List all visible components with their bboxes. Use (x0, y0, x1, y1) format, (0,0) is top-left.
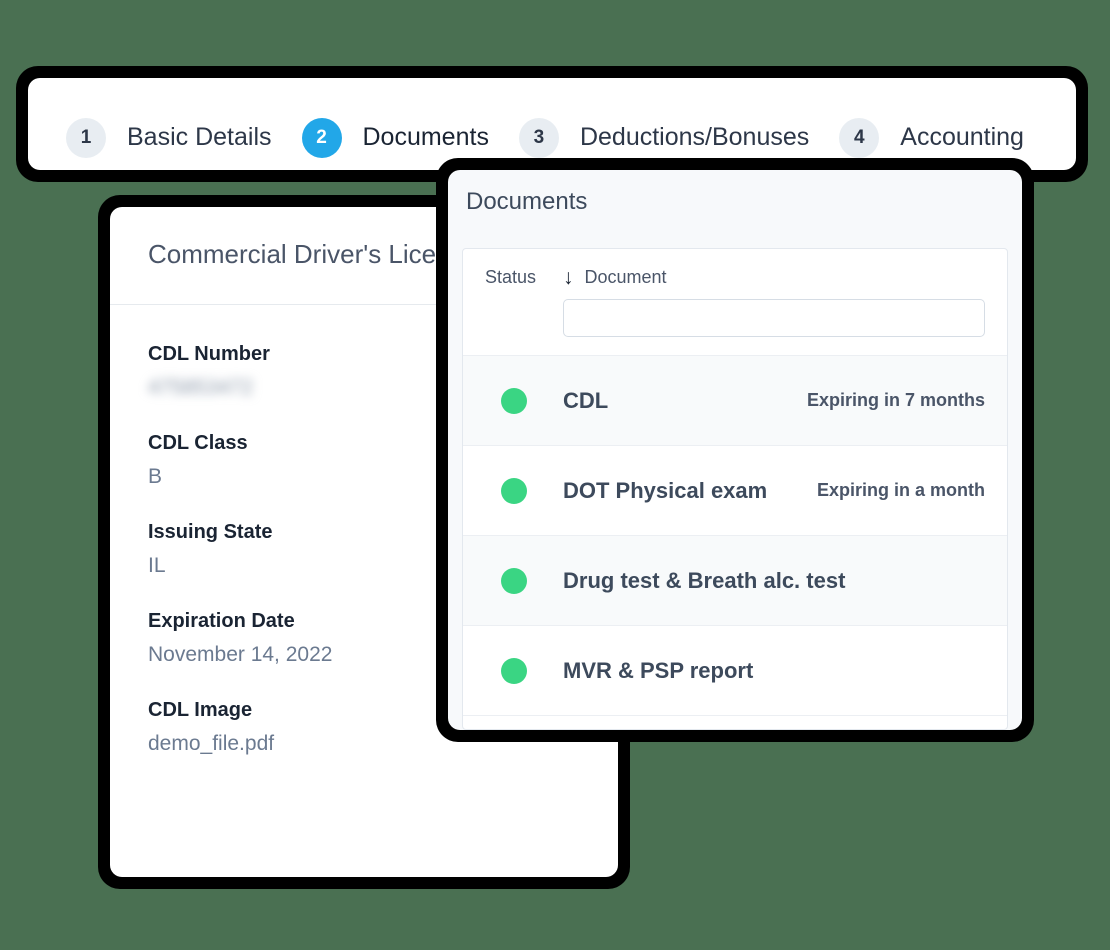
column-header-status[interactable]: Status (485, 267, 563, 288)
tab-label: Documents (362, 123, 489, 151)
documents-panel: Documents Status ↓ Document CDL Expiring … (436, 158, 1034, 742)
tab-label: Accounting (900, 123, 1024, 151)
documents-panel-title: Documents (466, 188, 588, 215)
document-status-cell (485, 567, 563, 594)
column-header-document[interactable]: ↓ Document (563, 267, 667, 288)
cdl-field-value: 475853472 (148, 376, 254, 399)
tab-label: Basic Details (127, 123, 272, 151)
tab-list: 1 Basic Details 2 Documents 3 Deductions/Bonu… (28, 78, 1076, 170)
documents-table: Status ↓ Document CDL Expiring in 7 month… (462, 248, 1008, 730)
documents-row-list: CDL Expiring in 7 months DOT Physical exam… (463, 356, 1007, 716)
status-dot-icon (501, 657, 527, 684)
document-row[interactable]: CDL Expiring in 7 months (463, 356, 1007, 446)
document-row[interactable]: Drug test & Breath alc. test (463, 536, 1007, 626)
tab-label: Deductions/Bonuses (579, 123, 810, 151)
document-expiry-label: Expiring in 7 months (806, 390, 985, 410)
status-dot-icon (501, 567, 527, 594)
documents-header-row: Status ↓ Document (463, 267, 1007, 288)
arrow-down-icon: ↓ (563, 266, 574, 289)
document-name: CDL (563, 387, 609, 413)
document-row[interactable]: DOT Physical exam Expiring in a month (463, 446, 1007, 536)
status-dot-icon (501, 477, 527, 504)
status-dot-icon (501, 387, 527, 414)
documents-filter-row (463, 288, 1007, 355)
tab-number-badge: 2 (301, 117, 342, 158)
document-name: Drug test & Breath alc. test (563, 567, 846, 593)
tab-number-badge: 4 (839, 117, 880, 158)
tab-number-badge: 1 (66, 117, 106, 158)
documents-table-header: Status ↓ Document (463, 249, 1007, 356)
document-status-cell (485, 387, 563, 414)
document-name: DOT Physical exam (563, 477, 768, 503)
documents-panel-inner: Documents Status ↓ Document CDL Expiring … (448, 170, 1022, 730)
document-status-cell (485, 477, 563, 504)
tab-basic-details[interactable]: 1 Basic Details (66, 105, 302, 170)
tab-number-badge: 3 (518, 117, 559, 158)
column-header-document-label: Document (584, 267, 667, 287)
document-filter-input[interactable] (563, 299, 985, 337)
document-row[interactable]: MVR & PSP report (463, 626, 1007, 716)
document-name: MVR & PSP report (563, 657, 754, 683)
document-expiry-label: Expiring in a month (816, 480, 985, 500)
document-status-cell (485, 657, 563, 684)
tab-bar-inner: 1 Basic Details 2 Documents 3 Deductions/Bonu… (28, 78, 1076, 170)
